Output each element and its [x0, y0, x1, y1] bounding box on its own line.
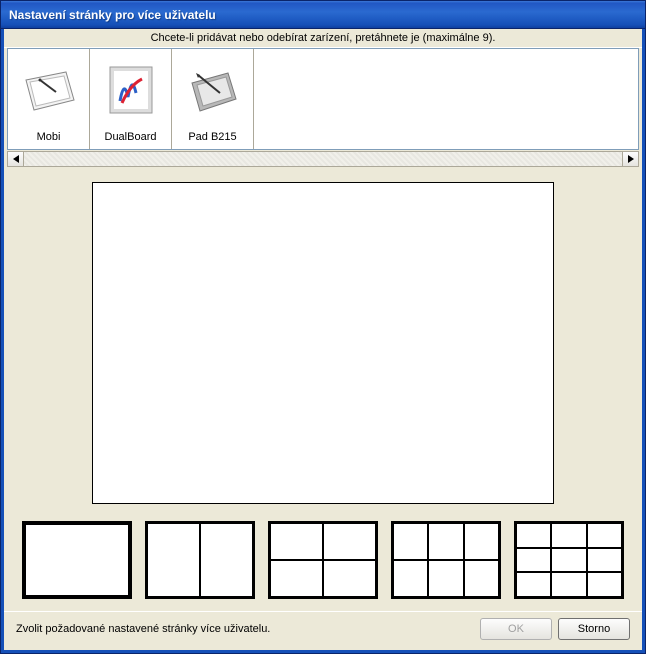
layout-cell — [270, 523, 323, 560]
layout-cell — [147, 523, 200, 597]
device-label: DualBoard — [105, 131, 157, 143]
layout-cell — [516, 523, 551, 548]
layout-cell — [323, 560, 376, 597]
scroll-right-button[interactable] — [622, 151, 639, 167]
device-scrollbar[interactable] — [7, 150, 639, 168]
layout-cell — [516, 548, 551, 573]
dualboard-icon — [102, 53, 160, 129]
chevron-left-icon — [13, 155, 19, 163]
layout-2[interactable] — [145, 521, 255, 599]
window-title: Nastavení stránky pro více uživatelu — [9, 8, 216, 22]
layout-cell — [551, 523, 586, 548]
layout-cell — [551, 548, 586, 573]
device-padb215[interactable]: Pad B215 — [172, 49, 254, 149]
main-area — [4, 168, 642, 611]
device-label: Pad B215 — [188, 131, 236, 143]
mobi-icon — [20, 53, 78, 129]
layout-1[interactable] — [22, 521, 132, 599]
layout-4[interactable] — [268, 521, 378, 599]
instruction-text: Chcete-li pridávat nebo odebírat zarízen… — [4, 29, 642, 48]
chevron-right-icon — [628, 155, 634, 163]
device-label: Mobi — [37, 131, 61, 143]
layout-6[interactable] — [391, 521, 501, 599]
layout-cell — [428, 560, 463, 597]
layout-cell — [323, 523, 376, 560]
layout-cell — [587, 548, 622, 573]
page-canvas[interactable] — [92, 182, 554, 504]
device-dualboard[interactable]: DualBoard — [90, 49, 172, 149]
layout-cell — [393, 560, 428, 597]
layout-cell — [587, 572, 622, 597]
scroll-track[interactable] — [24, 151, 622, 167]
layout-cell — [200, 523, 253, 597]
layout-cell — [26, 525, 128, 595]
canvas-wrap — [14, 176, 632, 505]
layout-cell — [551, 572, 586, 597]
layout-cell — [464, 560, 499, 597]
layout-cell — [587, 523, 622, 548]
layout-cell — [270, 560, 323, 597]
cancel-button[interactable]: Storno — [558, 618, 630, 640]
layout-cell — [393, 523, 428, 560]
ok-button[interactable]: OK — [480, 618, 552, 640]
layout-9[interactable] — [514, 521, 624, 599]
footer: Zvolit požadované nastavené stránky více… — [4, 611, 642, 650]
content-area: Chcete-li pridávat nebo odebírat zarízen… — [1, 29, 645, 653]
footer-hint: Zvolit požadované nastavené stránky více… — [16, 623, 474, 635]
dialog-window: Nastavení stránky pro více uživatelu Chc… — [0, 0, 646, 654]
scroll-left-button[interactable] — [7, 151, 24, 167]
layout-cell — [516, 572, 551, 597]
layout-picker — [14, 505, 632, 607]
layout-cell — [428, 523, 463, 560]
titlebar[interactable]: Nastavení stránky pro více uživatelu — [1, 1, 645, 29]
device-strip-wrap: Mobi DualBoard — [4, 48, 642, 168]
pad-icon — [184, 53, 242, 129]
device-strip: Mobi DualBoard — [7, 48, 639, 150]
device-mobi[interactable]: Mobi — [8, 49, 90, 149]
layout-cell — [464, 523, 499, 560]
